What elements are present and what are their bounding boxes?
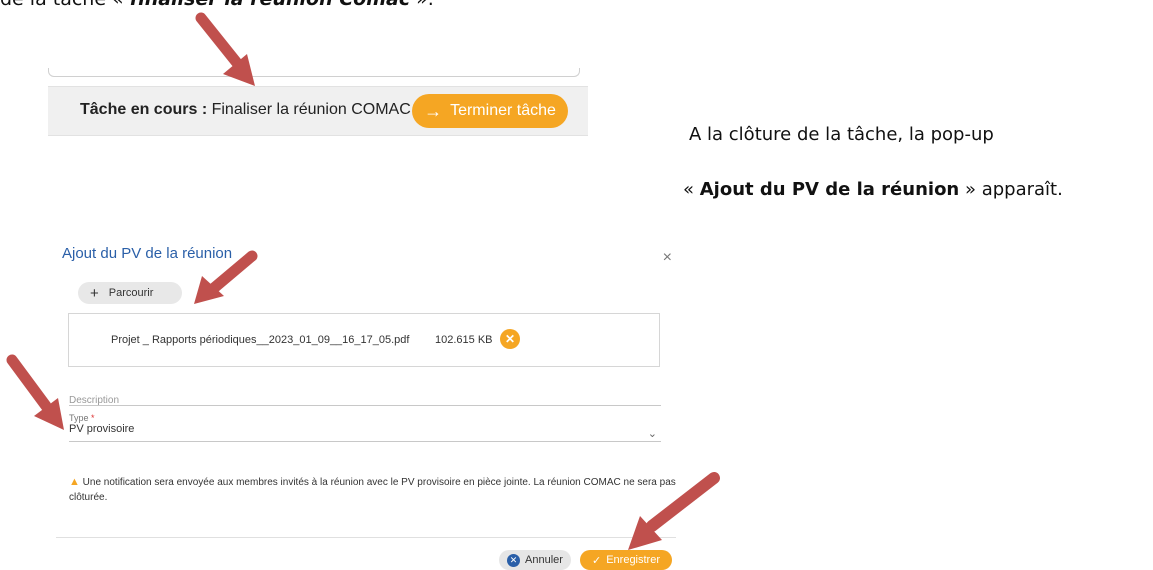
file-size: 102.615 KB (435, 334, 493, 346)
add-minutes-dialog: Ajout du PV de la réunion × + Parcourir … (56, 245, 679, 570)
warning-message: ▲ Une notification sera envoyée aux memb… (69, 475, 679, 505)
description-placeholder: Description (69, 395, 120, 406)
popup-name-emphasis: Ajout du PV de la réunion (699, 179, 960, 200)
annotation-arrow-type (6, 354, 64, 430)
current-task-label: Tâche en cours : Finaliser la réunion CO… (80, 101, 411, 118)
type-value: PV provisoire (69, 423, 135, 435)
description-field[interactable]: Description (69, 390, 661, 406)
dialog-footer-divider (56, 537, 676, 538)
required-marker: * (91, 413, 95, 423)
cancel-icon: ✕ (507, 553, 521, 567)
plus-icon: + (90, 284, 99, 302)
warning-text: Une notification sera envoyée aux membre… (69, 477, 676, 503)
document-text-top: de la tâche « finaliser la réunion Comac… (0, 0, 434, 10)
check-icon: ✓ (591, 554, 602, 567)
warning-icon: ▲ (69, 476, 80, 488)
arrow-right-icon: → (424, 101, 443, 121)
annotation-arrow-browse (194, 250, 258, 304)
finish-task-button[interactable]: → Terminer tâche (412, 94, 568, 128)
current-task-strip: Tâche en cours : Finaliser la réunion CO… (48, 86, 588, 136)
attached-file-box: Projet _ Rapports périodiques__2023_01_0… (68, 313, 660, 367)
current-task-name: Finaliser la réunion COMAC (207, 101, 411, 118)
chevron-down-icon: ⌄ (647, 428, 657, 440)
type-label: Type * (69, 413, 95, 423)
browse-button[interactable]: + Parcourir (78, 282, 182, 304)
file-name: Projet _ Rapports périodiques__2023_01_0… (111, 334, 410, 346)
task-bar-screenshot: Tâche en cours : Finaliser la réunion CO… (48, 68, 588, 146)
explanation-line-2: « Ajout du PV de la réunion » apparaît. (683, 179, 1063, 200)
card-edge (48, 68, 580, 77)
annotation-arrow-save (628, 472, 720, 550)
cancel-button[interactable]: ✕ Annuler (499, 550, 571, 570)
close-icon[interactable]: × (663, 249, 672, 267)
explanation-line-1: A la clôture de la tâche, la pop-up (689, 124, 994, 145)
annotation-arrow-taskbar (195, 12, 255, 86)
remove-file-icon[interactable]: ✕ (500, 329, 520, 349)
type-select[interactable]: Type * PV provisoire ⌄ (69, 413, 661, 442)
task-name-emphasis: finaliser la réunion Comac (130, 0, 410, 10)
